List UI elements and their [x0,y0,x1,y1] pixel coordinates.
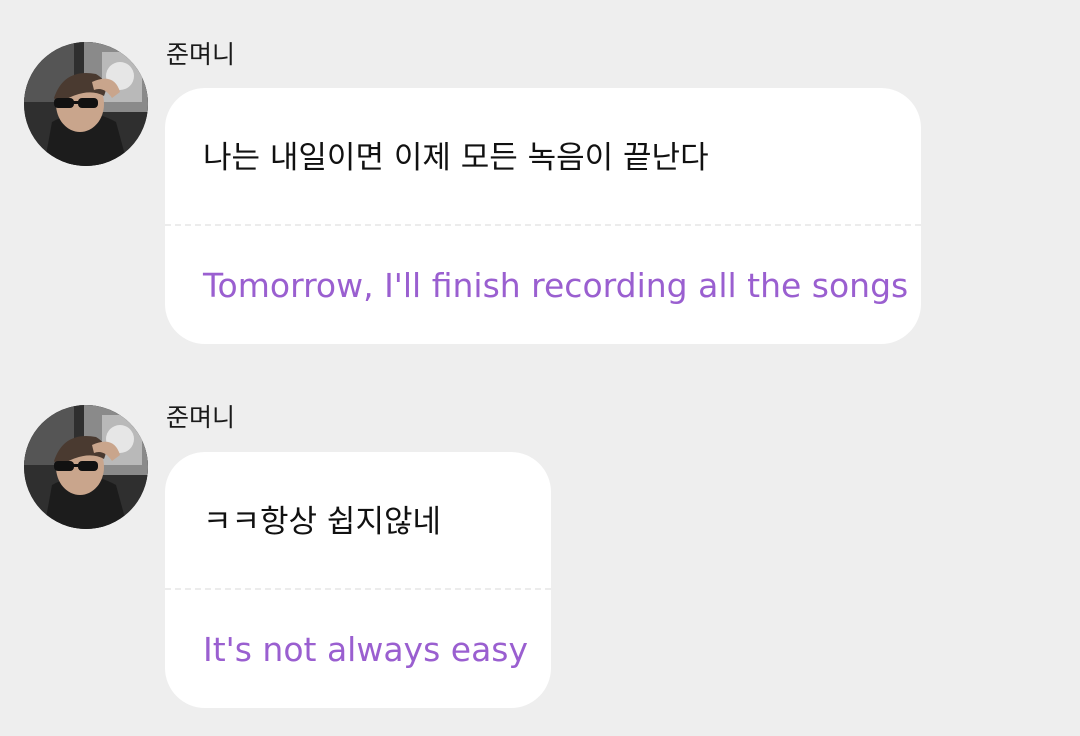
avatar-photo-icon [24,405,148,529]
sender-name: 준며니 [166,403,236,432]
message-bubble[interactable]: ㅋㅋ항상 쉽지않네 It's not always easy [165,452,551,708]
message-group: 준며니 ㅋㅋ항상 쉽지않네 It's not always easy [0,0,1080,736]
translated-message-text: It's not always easy [203,630,529,669]
avatar[interactable] [24,405,148,529]
original-message-text: ㅋㅋ항상 쉽지않네 [203,504,442,540]
bubble-divider [165,588,551,590]
